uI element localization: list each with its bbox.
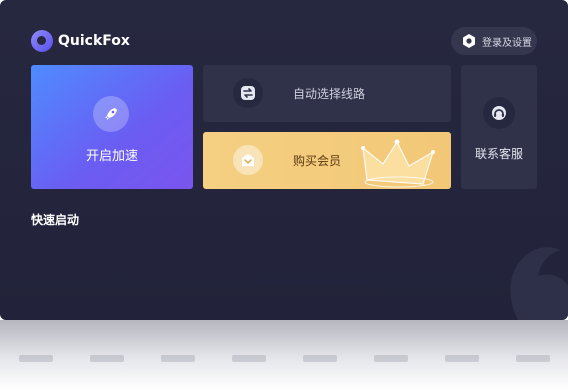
buy-membership-button[interactable]: 购买会员	[203, 132, 451, 189]
brand-name: QuickFox	[58, 33, 130, 49]
contact-support-label: 联系客服	[474, 147, 523, 161]
app-window: QuickFox 登录及设置 开启加速 自动选择线路 购买会员 联系客服 快速启…	[0, 0, 568, 320]
auto-route-button[interactable]: 自动选择线路	[203, 65, 451, 122]
quick-launch-title: 快速启动	[31, 213, 80, 227]
fox-watermark-icon	[510, 247, 568, 320]
auto-route-label: 自动选择线路	[293, 87, 366, 101]
quickfox-logo-icon	[31, 30, 53, 52]
crown-icon	[361, 139, 435, 188]
hexagon-settings-icon	[463, 34, 475, 48]
login-settings-label: 登录及设置	[482, 37, 532, 49]
start-acceleration-button[interactable]: 开启加速	[31, 65, 193, 189]
start-acceleration-label: 开启加速	[85, 149, 138, 164]
buy-membership-label: 购买会员	[293, 154, 342, 168]
contact-support-button[interactable]: 联系客服	[461, 65, 537, 189]
brand-logo: QuickFox	[31, 30, 130, 52]
rocket-icon	[93, 96, 129, 132]
reflection-text	[0, 355, 568, 371]
login-settings-button[interactable]: 登录及设置	[451, 27, 537, 55]
headset-icon	[483, 97, 515, 129]
swap-route-icon	[233, 78, 263, 108]
gift-bag-icon	[233, 145, 263, 175]
